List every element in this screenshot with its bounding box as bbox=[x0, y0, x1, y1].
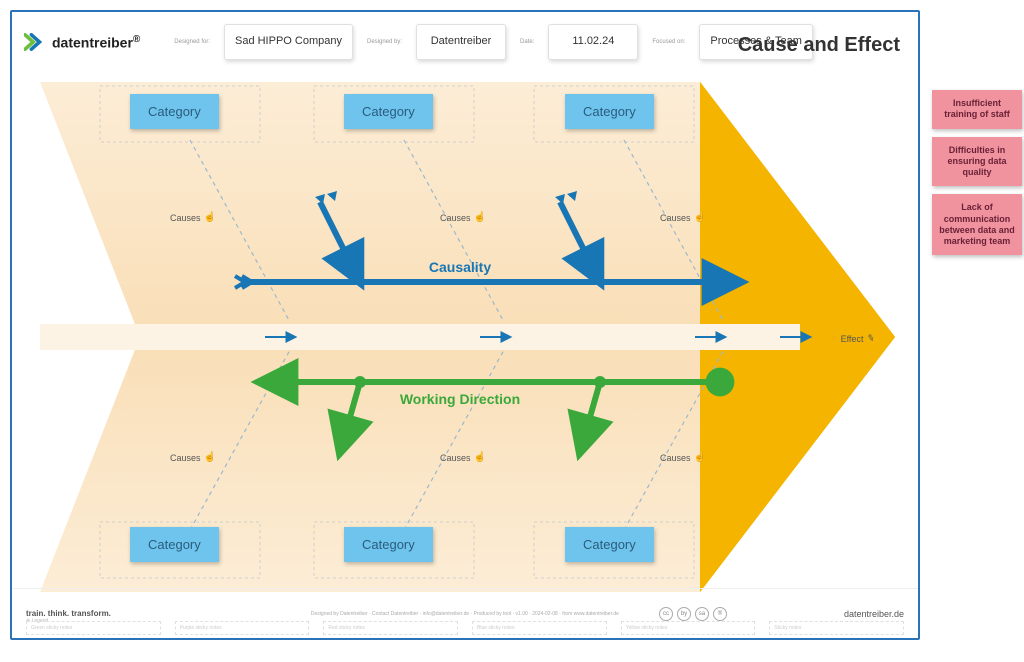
brand-text: datentreiber bbox=[52, 34, 133, 50]
tm-icon: ® bbox=[713, 607, 727, 621]
causes-label-bot-1[interactable]: Causes bbox=[170, 452, 216, 463]
template-canvas[interactable]: datentreiber® Designed for: Sad HIPPO Co… bbox=[10, 10, 920, 640]
bottom-slot[interactable]: Sticky notes bbox=[769, 621, 904, 635]
brand-logo: datentreiber® bbox=[24, 33, 140, 51]
bottom-slot[interactable]: Yellow sticky notes bbox=[621, 621, 756, 635]
bottom-slot-row: Green sticky notes Purple sticky notes R… bbox=[26, 621, 904, 635]
footer-website: datentreiber.de bbox=[844, 609, 904, 619]
sa-icon: sa bbox=[695, 607, 709, 621]
bottom-slot[interactable]: Purple sticky notes bbox=[175, 621, 310, 635]
cc-badges: cc by sa ® bbox=[659, 607, 727, 621]
category-note-bot-3[interactable]: Category bbox=[565, 527, 654, 562]
card-designed-by[interactable]: Datentreiber bbox=[416, 24, 506, 60]
header-cards: Designed for: Sad HIPPO Company Designed… bbox=[170, 24, 813, 60]
causality-label: Causality bbox=[429, 259, 491, 275]
side-notes: Insufficient training of staff Difficult… bbox=[932, 90, 1022, 255]
label-focused: Focused on: bbox=[652, 39, 685, 45]
pink-note-3[interactable]: Lack of communication between data and m… bbox=[932, 194, 1022, 255]
bottom-slot[interactable]: Red sticky notes bbox=[323, 621, 458, 635]
by-icon: by bbox=[677, 607, 691, 621]
category-note-bot-2[interactable]: Category bbox=[344, 527, 433, 562]
card-date[interactable]: 11.02.24 bbox=[548, 24, 638, 60]
label-designed-by: Designed by: bbox=[367, 39, 402, 45]
bottom-slot[interactable]: Green sticky notes bbox=[26, 621, 161, 635]
causes-label-top-1[interactable]: Causes bbox=[170, 212, 216, 223]
effect-label[interactable]: Effect bbox=[832, 333, 875, 344]
page-title: Cause and Effect bbox=[738, 34, 900, 57]
category-note-top-1[interactable]: Category bbox=[130, 94, 219, 129]
footer-tagline: train. think. transform. bbox=[26, 609, 111, 618]
card-designed-for[interactable]: Sad HIPPO Company bbox=[224, 24, 353, 60]
label-designed-for: Designed for: bbox=[174, 39, 210, 45]
header: datentreiber® Designed for: Sad HIPPO Co… bbox=[12, 12, 918, 72]
category-note-bot-1[interactable]: Category bbox=[130, 527, 219, 562]
causes-label-top-2[interactable]: Causes bbox=[440, 212, 486, 223]
category-note-top-3[interactable]: Category bbox=[565, 94, 654, 129]
cc-icon: cc bbox=[659, 607, 673, 621]
category-note-top-2[interactable]: Category bbox=[344, 94, 433, 129]
fishbone-diagram[interactable]: Causality Working Direction Category Cat… bbox=[40, 82, 895, 592]
pink-note-2[interactable]: Difficulties in ensuring data quality bbox=[932, 137, 1022, 187]
causes-label-bot-3[interactable]: Causes bbox=[660, 452, 706, 463]
bottom-slot[interactable]: Blue sticky notes bbox=[472, 621, 607, 635]
causes-label-top-3[interactable]: Causes bbox=[660, 212, 706, 223]
working-direction-label: Working Direction bbox=[400, 391, 520, 407]
pink-note-1[interactable]: Insufficient training of staff bbox=[932, 90, 1022, 129]
label-date: Date: bbox=[520, 39, 534, 45]
causes-label-bot-2[interactable]: Causes bbox=[440, 452, 486, 463]
footer-fineprint: Designed by Datentreiber · Contact Daten… bbox=[311, 611, 619, 617]
chevron-logo-icon bbox=[24, 33, 46, 51]
